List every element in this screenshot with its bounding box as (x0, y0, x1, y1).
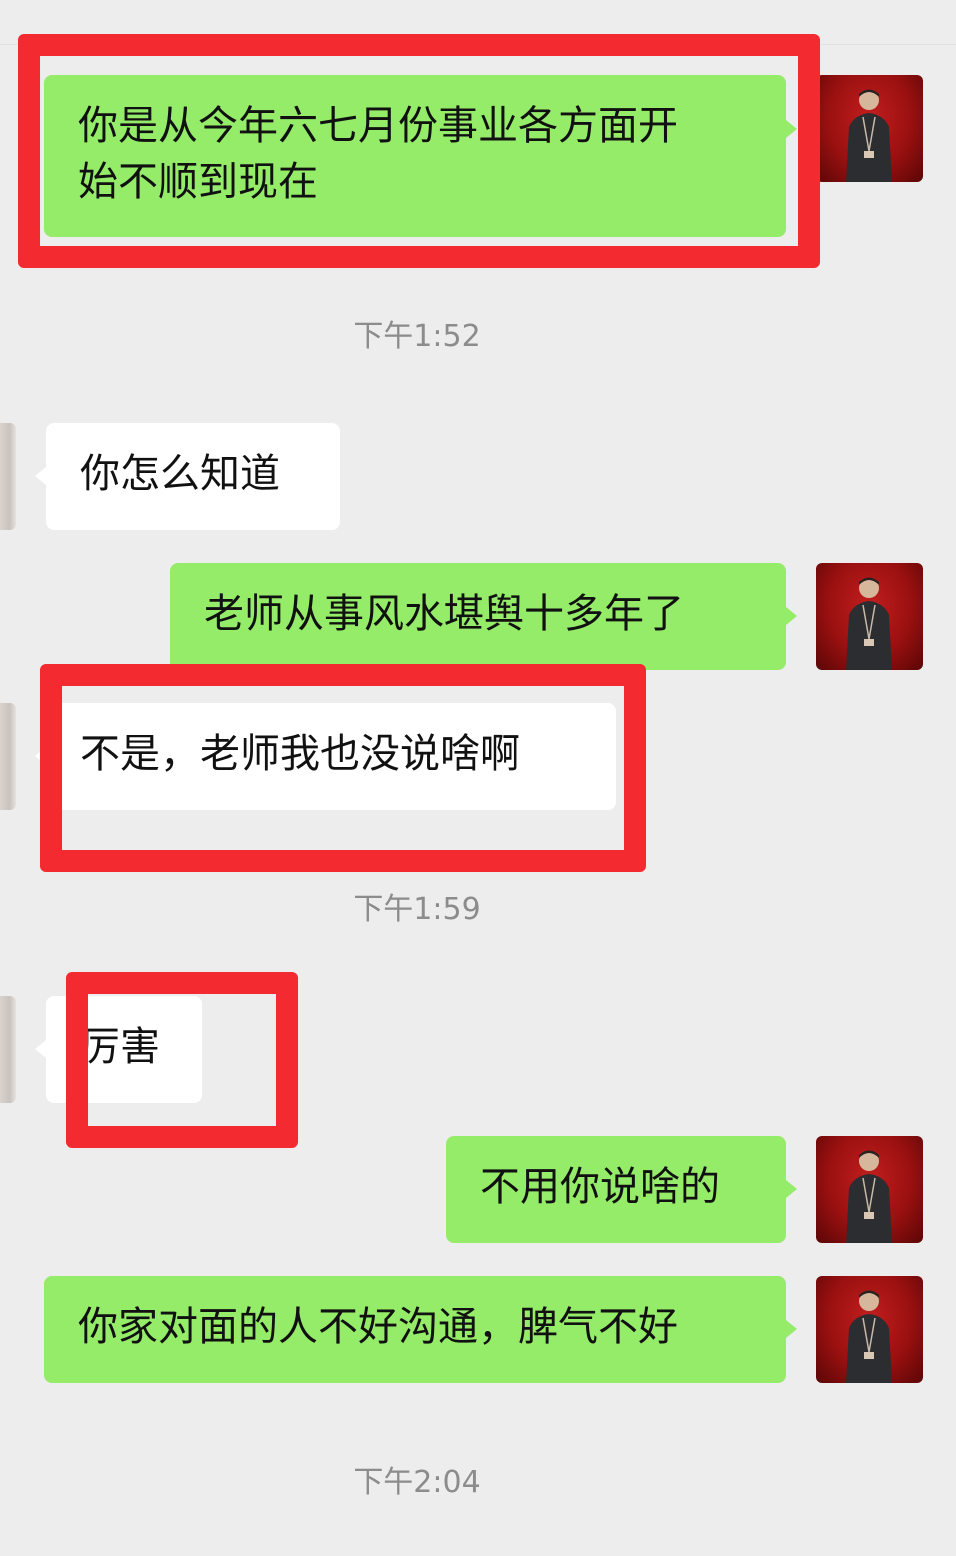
person-avatar-icon[interactable] (816, 1276, 923, 1383)
message-bubble-self[interactable]: 不用你说啥的 (446, 1136, 786, 1243)
avatar-figure (846, 89, 892, 182)
highlight-box (40, 664, 646, 872)
message-text: 不用你说啥的 (480, 1164, 720, 1210)
timestamp: 下午2:04 (353, 1465, 481, 1500)
bubble-tail (786, 1180, 797, 1198)
bubble-tail (35, 1040, 46, 1058)
contact-avatar-icon[interactable] (0, 423, 16, 530)
bubble-tail (35, 467, 46, 485)
avatar-figure (846, 1290, 892, 1383)
message-bubble-self[interactable]: 你家对面的人不好沟通，脾气不好 (44, 1276, 786, 1383)
person-avatar-icon[interactable] (816, 75, 923, 182)
highlight-box (18, 34, 820, 268)
contact-avatar-icon[interactable] (0, 996, 16, 1103)
message-bubble-self[interactable]: 老师从事风水堪舆十多年了 (170, 563, 786, 670)
avatar-figure (846, 577, 892, 670)
avatar-figure (846, 1150, 892, 1243)
contact-avatar-icon[interactable] (0, 703, 16, 810)
message-text: 你怎么知道 (80, 451, 280, 497)
timestamp: 下午1:59 (353, 892, 481, 927)
person-avatar-icon[interactable] (816, 563, 923, 670)
bubble-tail (786, 607, 797, 625)
message-text: 你家对面的人不好沟通，脾气不好 (78, 1304, 678, 1350)
highlight-box (66, 972, 298, 1148)
bubble-tail (786, 1320, 797, 1338)
message-text: 老师从事风水堪舆十多年了 (204, 591, 684, 637)
message-bubble-other[interactable]: 你怎么知道 (46, 423, 340, 530)
person-avatar-icon[interactable] (816, 1136, 923, 1243)
timestamp: 下午1:52 (353, 319, 481, 354)
